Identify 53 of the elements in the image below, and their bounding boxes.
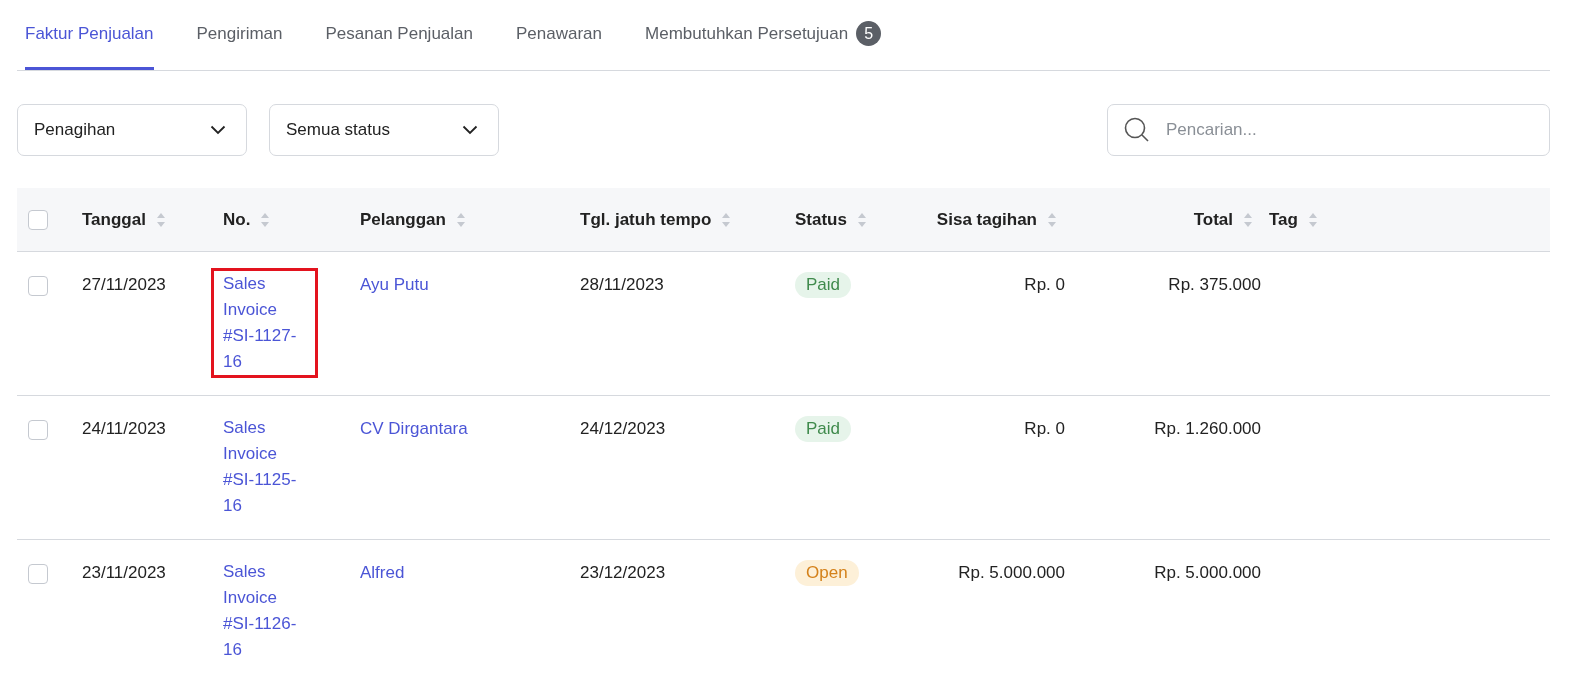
filter-dropdown[interactable]: Penagihan bbox=[17, 104, 247, 156]
sort-icon[interactable] bbox=[455, 211, 466, 228]
date-cell: 27/11/2023 bbox=[82, 275, 166, 294]
column-header: Pelanggan bbox=[360, 209, 446, 230]
sort-icon[interactable] bbox=[856, 211, 867, 228]
customer-link[interactable]: CV Dirgantara bbox=[360, 419, 468, 438]
row-checkbox[interactable] bbox=[28, 275, 48, 296]
invoice-link[interactable]: Sales Invoice #SI-1125-16 bbox=[211, 412, 318, 522]
chevron-down-icon bbox=[462, 125, 478, 135]
total-amount: Rp. 1.260.000 bbox=[1154, 419, 1261, 438]
search-icon bbox=[1124, 117, 1150, 143]
column-header: Tgl. jatuh tempo bbox=[580, 209, 712, 230]
sort-icon[interactable] bbox=[1047, 211, 1057, 228]
invoice-link[interactable]: Sales Invoice #SI-1126-16 bbox=[211, 556, 318, 666]
sort-icon[interactable] bbox=[260, 211, 271, 228]
customer-link[interactable]: Alfred bbox=[360, 563, 405, 582]
column-header: Total bbox=[1193, 209, 1233, 230]
search-field[interactable]: Pencarian... bbox=[1107, 104, 1550, 156]
status-badge: Open bbox=[795, 560, 859, 586]
status-badge: Paid bbox=[795, 416, 852, 442]
sort-icon[interactable] bbox=[721, 211, 732, 228]
status-badge: Paid bbox=[795, 272, 852, 298]
remaining-amount: Rp. 0 bbox=[1024, 419, 1065, 438]
column-header: Sisa tagihan bbox=[936, 209, 1037, 230]
sort-icon[interactable] bbox=[1243, 211, 1253, 228]
row-checkbox[interactable] bbox=[28, 419, 48, 440]
remaining-amount: Rp. 5.000.000 bbox=[958, 563, 1065, 582]
row-checkbox[interactable] bbox=[28, 563, 48, 584]
sort-icon[interactable] bbox=[155, 211, 166, 228]
count-badge: 5 bbox=[856, 21, 882, 46]
checkbox[interactable] bbox=[28, 209, 48, 230]
column-header: No. bbox=[223, 209, 251, 230]
column-header: Status bbox=[795, 209, 847, 230]
customer-link[interactable]: Ayu Putu bbox=[360, 275, 429, 294]
tab[interactable]: Penawaran bbox=[516, 0, 602, 70]
total-amount: Rp. 375.000 bbox=[1168, 275, 1261, 294]
column-header: Tag bbox=[1269, 209, 1298, 230]
chevron-down-icon bbox=[210, 125, 226, 135]
invoice-link[interactable]: Sales Invoice #SI-1127-16 bbox=[211, 268, 318, 378]
sort-icon[interactable] bbox=[1307, 211, 1318, 228]
total-amount: Rp. 5.000.000 bbox=[1154, 563, 1261, 582]
tab[interactable]: Pengiriman bbox=[196, 0, 283, 70]
tab[interactable]: Faktur Penjualan bbox=[25, 0, 154, 70]
due-date-cell: 28/11/2023 bbox=[580, 275, 664, 294]
column-header: Tanggal bbox=[82, 209, 146, 230]
tab[interactable]: Membutuhkan Persetujuan 5 bbox=[645, 0, 882, 70]
tab[interactable]: Pesanan Penjualan bbox=[325, 0, 473, 70]
remaining-amount: Rp. 0 bbox=[1024, 275, 1065, 294]
due-date-cell: 24/12/2023 bbox=[580, 419, 666, 438]
filter-dropdown[interactable]: Semua status bbox=[269, 104, 499, 156]
due-date-cell: 23/12/2023 bbox=[580, 563, 666, 582]
date-cell: 24/11/2023 bbox=[82, 419, 166, 438]
date-cell: 23/11/2023 bbox=[82, 563, 166, 582]
